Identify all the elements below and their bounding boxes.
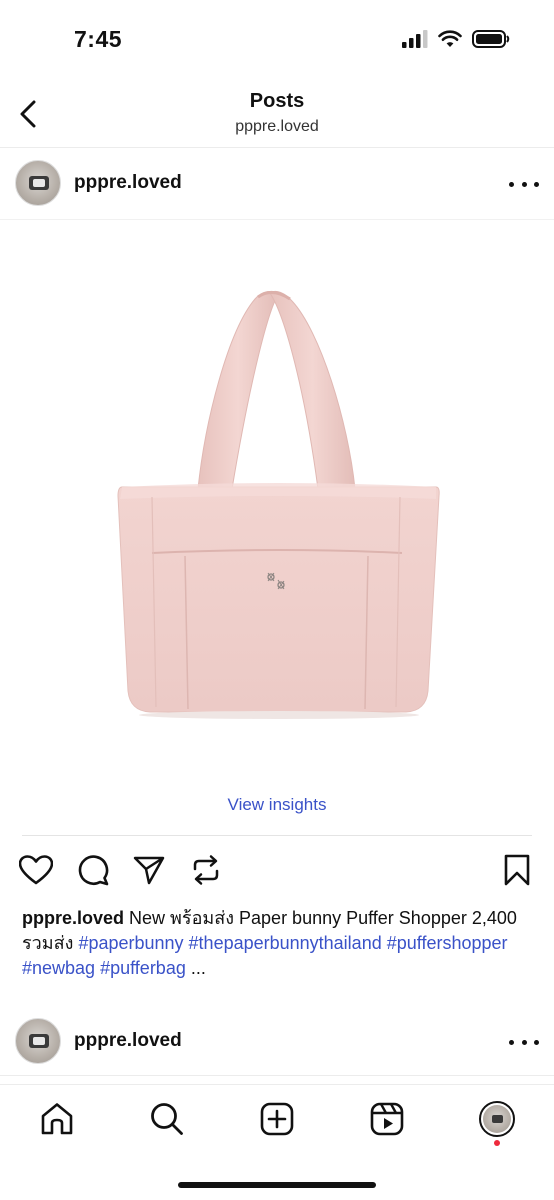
view-insights-link[interactable]: View insights — [0, 795, 554, 815]
caption-username[interactable]: pppre.loved — [22, 908, 124, 928]
avatar[interactable] — [15, 160, 61, 206]
post-actions — [0, 850, 554, 894]
comment-icon — [78, 855, 109, 886]
top-navigation: Posts pppre.loved — [0, 82, 554, 148]
tab-search[interactable] — [147, 1099, 187, 1139]
hashtag[interactable]: #pufferbag — [100, 958, 186, 978]
repost-button[interactable] — [186, 850, 226, 890]
home-icon — [41, 1103, 73, 1135]
post-caption: pppre.loved New พร้อมส่ง Paper bunny Puf… — [22, 906, 537, 981]
tab-home[interactable] — [37, 1099, 77, 1139]
home-indicator — [178, 1182, 376, 1188]
more-options-button[interactable] — [509, 1032, 539, 1052]
repost-icon — [193, 855, 219, 885]
signal-icon — [402, 30, 428, 48]
notification-dot — [494, 1140, 500, 1146]
reels-icon — [370, 1102, 404, 1136]
hashtag[interactable]: #paperbunny — [78, 933, 183, 953]
status-bar: 7:45 — [0, 0, 554, 82]
tab-reels[interactable] — [367, 1099, 407, 1139]
post-username[interactable]: pppre.loved — [74, 172, 182, 194]
more-options-button[interactable] — [509, 174, 539, 194]
search-icon — [151, 1103, 183, 1135]
comment-button[interactable] — [73, 850, 113, 890]
page-title: Posts — [249, 90, 305, 112]
heart-icon — [19, 855, 53, 885]
battery-icon — [472, 30, 510, 48]
bookmark-icon — [504, 854, 530, 886]
next-post-header: pppre.loved — [0, 1006, 554, 1076]
like-button[interactable] — [16, 850, 56, 890]
divider — [22, 835, 532, 836]
tab-profile[interactable] — [477, 1099, 517, 1139]
share-button[interactable] — [129, 850, 169, 890]
tote-bag-image — [117, 290, 440, 719]
save-button[interactable] — [497, 850, 537, 890]
caption-more-button[interactable]: ... — [191, 958, 206, 978]
profile-avatar — [479, 1101, 515, 1137]
hashtag[interactable]: #puffershopper — [387, 933, 508, 953]
wifi-icon — [438, 30, 462, 47]
bottom-tab-bar — [0, 1084, 554, 1154]
tab-create[interactable] — [257, 1099, 297, 1139]
hashtag[interactable]: #thepaperbunnythailand — [189, 933, 382, 953]
status-time: 7:45 — [74, 26, 123, 52]
avatar[interactable] — [15, 1018, 61, 1064]
hashtag[interactable]: #newbag — [22, 958, 95, 978]
plus-square-icon — [260, 1102, 294, 1136]
status-icons — [402, 30, 510, 48]
post-header: pppre.loved — [0, 148, 554, 220]
send-icon — [133, 856, 165, 885]
post-image[interactable] — [0, 221, 554, 781]
page-subtitle: pppre.loved — [235, 118, 319, 135]
next-post-username[interactable]: pppre.loved — [74, 1030, 182, 1052]
